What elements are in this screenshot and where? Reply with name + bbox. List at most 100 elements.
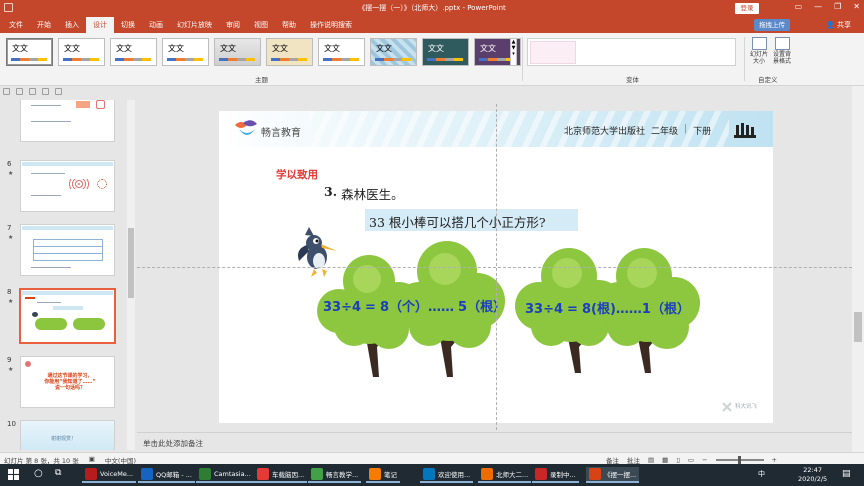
app-label: 北师大二... — [496, 471, 529, 479]
app-icon — [423, 468, 435, 480]
app-icon — [85, 468, 97, 480]
thumbnail-list: 6 ★ 7 ★ 8 ★ 9 ★ 通过这节课的学习， 你能用“我知道了……” 说一… — [0, 100, 126, 450]
thumb-line — [25, 297, 35, 299]
ribbon-tab-5[interactable]: 动画 — [142, 17, 170, 33]
windows-start-icon[interactable] — [8, 469, 19, 480]
theme-color-bar — [271, 58, 307, 61]
theme-preview-text: 文文 — [272, 44, 288, 53]
ribbon-tab-3[interactable]: 设计 — [86, 17, 114, 33]
theme-color-bar — [63, 58, 99, 61]
theme-preview-text: 文文 — [168, 44, 184, 53]
slide-thumbnail-7[interactable] — [20, 224, 115, 276]
theme-option-2[interactable]: 文文 — [58, 38, 105, 66]
start-slideshow-icon[interactable] — [42, 88, 49, 95]
taskbar-app-1[interactable]: VoiceMe... — [82, 467, 137, 483]
system-clock[interactable]: 22:47 2020/2/5 — [798, 466, 827, 484]
minimize-button[interactable]: — — [814, 2, 822, 11]
canvas-scrollbar[interactable] — [852, 86, 864, 452]
status-bar: 幻灯片 第 8 张，共 10 张 ▣ 中文(中国) 备注 批注 ▤ ▦ ▯ ▭ … — [0, 452, 864, 465]
theme-option-1[interactable]: 文文 — [6, 38, 53, 66]
ribbon-tab-9[interactable]: 帮助 — [275, 17, 303, 33]
thumb-line — [31, 195, 61, 196]
ribbon-tab-4[interactable]: 切换 — [114, 17, 142, 33]
theme-option-6[interactable]: 文文 — [266, 38, 313, 66]
upload-button[interactable]: 拖拽上传 — [754, 19, 790, 31]
clock-date: 2020/2/5 — [798, 475, 828, 483]
slide-thumbnail-5[interactable] — [20, 100, 115, 142]
theme-option-5[interactable]: 文文 — [214, 38, 261, 66]
taskbar-app-7[interactable]: 欢迎使用... — [420, 467, 474, 483]
zoom-slider[interactable] — [715, 456, 764, 464]
save-icon[interactable] — [3, 88, 10, 95]
gallery-scroll[interactable]: ▲ ▼ ▾ — [510, 38, 517, 66]
theme-option-3[interactable]: 文文 — [110, 38, 157, 66]
taskbar-app-5[interactable]: 畅言教学... — [308, 467, 362, 483]
taskbar-app-4[interactable]: 车载脑因... — [254, 467, 308, 483]
share-label: 共享 — [836, 21, 851, 29]
theme-option-9[interactable]: 文文 — [422, 38, 469, 66]
watermark-text: 科大讯飞 — [735, 404, 758, 410]
slide-thumbnail-8[interactable] — [19, 288, 116, 344]
login-button[interactable]: 登录 — [735, 3, 759, 14]
ribbon-tab-7[interactable]: 审阅 — [219, 17, 247, 33]
task-view-icon[interactable]: ⧉ — [55, 468, 61, 478]
theme-preview-text: 文文 — [12, 44, 28, 53]
theme-option-8[interactable]: 文文 — [370, 38, 417, 66]
taskbar-app-9[interactable]: 录制中... — [532, 467, 579, 483]
ime-indicator[interactable]: 中 — [758, 469, 765, 479]
taskbar-app-3[interactable]: Camtasia... — [196, 467, 254, 483]
app-icon — [199, 468, 211, 480]
slide-thumbnail-10[interactable]: 谢谢观赏！ — [20, 420, 115, 450]
format-background-button[interactable]: 设置背 景格式 — [770, 37, 794, 65]
slide-thumbnail-9[interactable]: 通过这节课的学习， 你能用“我知道了……” 说一句话吗？ — [20, 356, 115, 408]
ribbon-tab-2[interactable]: 插入 — [58, 17, 86, 33]
mini-toolbar — [3, 88, 62, 95]
theme-option-7[interactable]: 文文 — [318, 38, 365, 66]
taskbar-app-10[interactable]: 《摆一摆... — [586, 467, 640, 483]
notification-icon[interactable]: ▤ — [842, 469, 851, 479]
close-button[interactable]: ✕ — [853, 2, 860, 11]
section-title: 学以致用 — [276, 169, 318, 181]
ribbon-display-icon[interactable]: ▭ — [795, 2, 803, 11]
taskbar-app-2[interactable]: QQ邮箱 - ... — [138, 467, 195, 483]
share-button[interactable]: 👤 共享 — [826, 17, 851, 33]
slide-thumbnail-6[interactable] — [20, 160, 115, 212]
slide-size-label: 幻灯片 大小 — [749, 51, 768, 65]
ribbon-tab-6[interactable]: 幻灯片放映 — [170, 17, 219, 33]
slide-size-button[interactable]: 幻灯片 大小 — [747, 37, 771, 65]
theme-preview-text: 文文 — [376, 44, 392, 53]
taskbar-app-6[interactable]: 笔记 — [366, 467, 400, 483]
zoom-out-button[interactable]: − — [702, 456, 707, 464]
restore-button[interactable]: ❐ — [834, 2, 841, 11]
slideshow-icon[interactable]: ▭ — [688, 456, 694, 464]
zoom-in-button[interactable]: + — [772, 456, 777, 464]
eq-quotient-unit: （个） — [389, 300, 429, 315]
search-icon[interactable]: ○ — [34, 468, 43, 479]
customize-icon[interactable] — [55, 88, 62, 95]
variant-option[interactable] — [530, 41, 576, 64]
eq-remainder-unit: （根） — [650, 302, 690, 317]
redo-icon[interactable] — [29, 88, 36, 95]
animation-star-icon: ★ — [8, 234, 14, 241]
scrollbar-thumb[interactable] — [128, 228, 134, 298]
normal-view-icon[interactable]: ▤ — [648, 456, 654, 464]
group-label-custom: 自定义 — [758, 76, 778, 84]
ribbon-tab-10[interactable]: 操作说明搜索 — [303, 17, 359, 33]
thumbnail-scrollbar[interactable] — [127, 100, 135, 450]
ribbon-tab-0[interactable]: 文件 — [2, 17, 30, 33]
notes-pane[interactable]: 单击此处添加备注 — [137, 432, 852, 452]
ribbon-tab-1[interactable]: 开始 — [30, 17, 58, 33]
thumb-line — [31, 173, 65, 174]
ribbon-tab-8[interactable]: 视图 — [247, 17, 275, 33]
undo-icon[interactable] — [16, 88, 23, 95]
taskbar-app-8[interactable]: 北师大二... — [478, 467, 532, 483]
slide-sorter-icon[interactable]: ▦ — [662, 456, 668, 464]
reading-view-icon[interactable]: ▯ — [676, 456, 680, 464]
zoom-slider-thumb[interactable] — [737, 456, 741, 464]
scrollbar-thumb[interactable] — [854, 312, 862, 342]
eq-dividend: 33 — [525, 302, 544, 317]
horizontal-guide[interactable] — [137, 267, 852, 268]
theme-preview-text: 文文 — [64, 44, 80, 53]
theme-option-4[interactable]: 文文 — [162, 38, 209, 66]
theme-preview-text: 文文 — [220, 44, 236, 53]
